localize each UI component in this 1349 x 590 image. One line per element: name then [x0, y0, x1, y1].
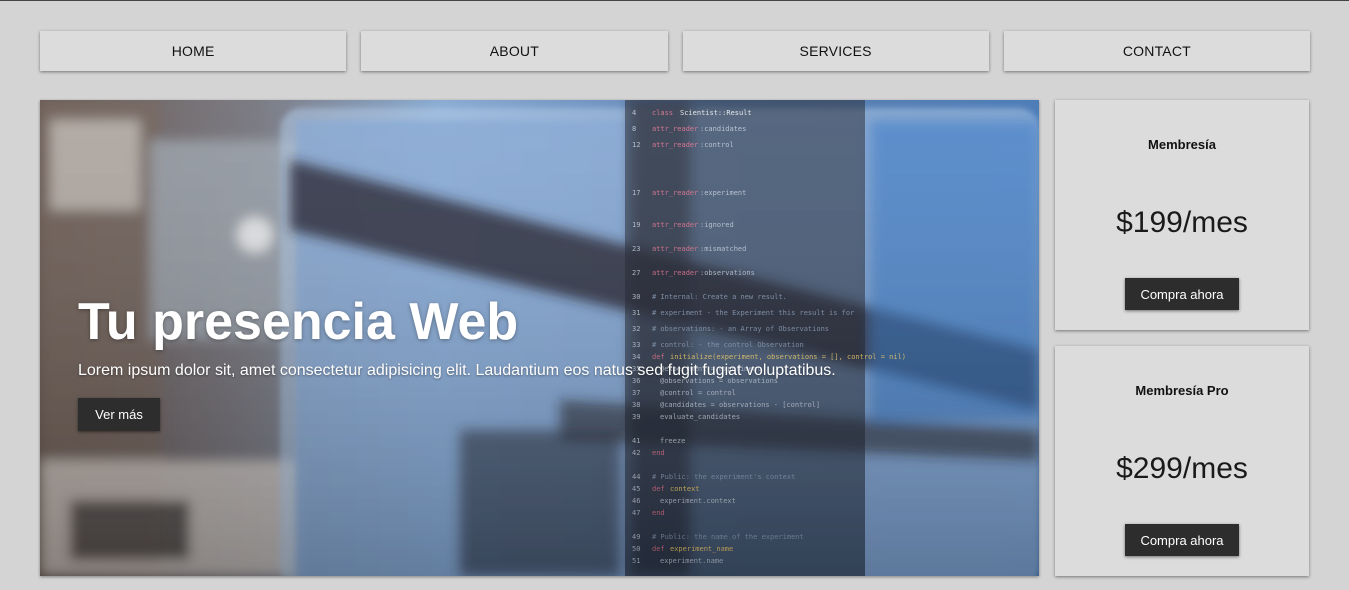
nav-item-home[interactable]: HOME	[40, 31, 347, 71]
pricing-card-pro: Membresía Pro $299/mes Compra ahora	[1055, 346, 1309, 576]
hero-title: Tu presencia Web	[78, 293, 519, 351]
ver-mas-button[interactable]: Ver más	[78, 398, 160, 431]
hero-banner: 4classScientist::Result 8attr_reader:can…	[40, 100, 1039, 576]
pricing-price: $299/mes	[1116, 452, 1248, 485]
pricing-title: Membresía	[1148, 137, 1216, 152]
nav-item-about[interactable]: ABOUT	[361, 31, 668, 71]
pricing-price: $199/mes	[1116, 206, 1248, 239]
main-nav: HOME ABOUT SERVICES CONTACT	[40, 31, 1310, 71]
nav-item-services[interactable]: SERVICES	[682, 31, 989, 71]
pricing-title: Membresía Pro	[1135, 383, 1229, 398]
nav-item-contact[interactable]: CONTACT	[1003, 31, 1310, 71]
pricing-card-basic: Membresía $199/mes Compra ahora	[1055, 100, 1309, 330]
buy-now-button[interactable]: Compra ahora	[1125, 524, 1239, 556]
buy-now-button[interactable]: Compra ahora	[1125, 278, 1239, 310]
hero-description: Lorem ipsum dolor sit, amet consectetur …	[78, 362, 836, 379]
